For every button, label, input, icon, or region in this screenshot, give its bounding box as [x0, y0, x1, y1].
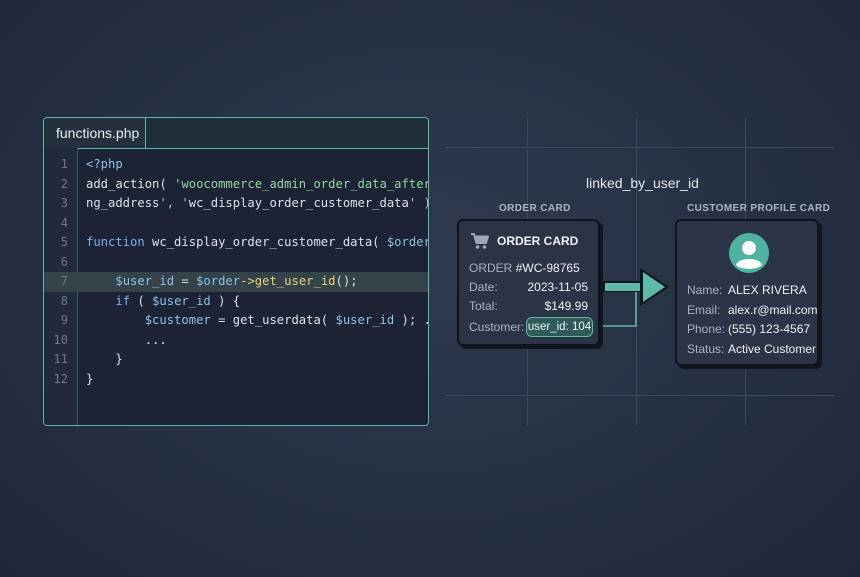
date-label: Date: — [469, 280, 498, 294]
total-label: Total: — [469, 299, 498, 313]
connector-shaft — [605, 283, 641, 291]
customer-profile-card[interactable]: Name: ALEX RIVERA Email: alex.r@mail.com… — [675, 219, 819, 366]
name-label: Name: — [687, 283, 723, 297]
phone-label: Phone: — [687, 322, 726, 336]
email-label: Email: — [687, 303, 721, 317]
avatar-icon — [729, 233, 769, 273]
order-number: #WC-98765 — [515, 261, 580, 275]
order-total: $149.99 — [544, 299, 588, 313]
customer-status: Active Customer — [728, 342, 817, 356]
order-card-title: ORDER CARD — [497, 234, 579, 248]
order-card[interactable]: ORDER CARD ORDER #WC-98765 Date: 2023-11… — [457, 219, 600, 346]
customer-email: alex.r@mail.com — [728, 303, 818, 317]
customer-name: ALEX RIVERA — [728, 283, 807, 297]
customer-user-id-badge[interactable]: user_id: 104 — [526, 317, 593, 337]
order-date: 2023-11-05 — [527, 280, 589, 294]
customer-label: Customer: — [469, 320, 525, 334]
customer-phone: (555) 123-4567 — [728, 322, 811, 336]
status-label: Status: — [687, 342, 725, 356]
connector-arrowhead — [643, 272, 665, 302]
cart-icon — [471, 233, 489, 249]
order-prefix: ORDER — [469, 261, 513, 275]
order-number-row: ORDER #WC-98765 — [469, 261, 580, 275]
